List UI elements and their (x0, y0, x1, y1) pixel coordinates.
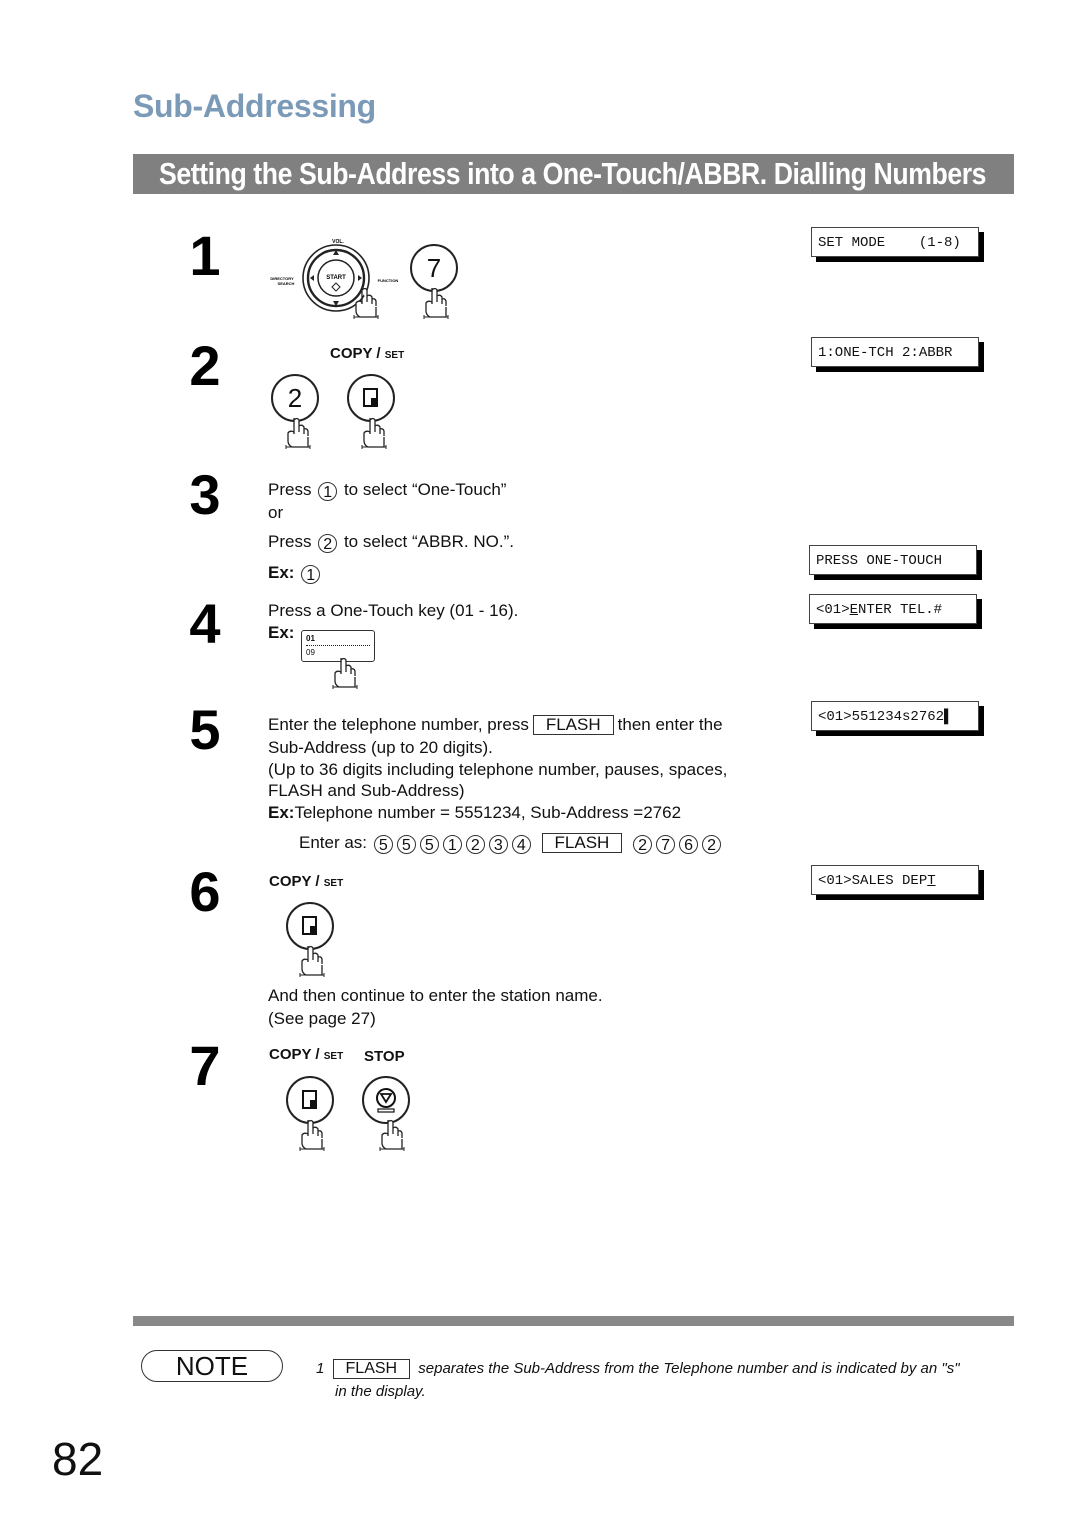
hand-press-icon (329, 656, 359, 690)
hand-press-icon (282, 416, 312, 450)
digit-key-icon: 1 (442, 835, 462, 854)
hand-press-icon (296, 944, 326, 978)
step5-line1: Enter the telephone number, press FLASH th… (268, 715, 723, 735)
step3-line1: Press 1 to select “One-Touch” (268, 480, 507, 501)
key-label: 7 (426, 252, 442, 283)
copy-set-button[interactable] (347, 374, 395, 422)
step-number: 2 (189, 334, 221, 397)
note-line1: 1 FLASH separates the Sub-Address from t… (316, 1359, 960, 1379)
vol-label: VOL. (332, 239, 344, 245)
lcd-display: PRESS ONE-TOUCH (809, 545, 977, 575)
banner-title: Setting the Sub-Address into a One-Touch… (159, 156, 987, 191)
hand-press-icon (350, 286, 380, 320)
digit-key-icon: 2 (702, 835, 722, 854)
step5-line4: FLASH and Sub-Address) (268, 781, 465, 800)
step4-text: Press a One-Touch key (01 - 16). (268, 601, 519, 620)
search-label: SEARCH (278, 281, 295, 286)
step3-line2: Press 2 to select “ABBR. NO.”. (268, 532, 514, 553)
step6-text1: And then continue to enter the station n… (268, 986, 603, 1005)
step-number: 1 (189, 224, 221, 287)
digit-key-icon: 3 (488, 835, 508, 854)
navigation-dial[interactable]: START VOL. DIRECTORY SEARCH FUNCTION (268, 236, 408, 320)
step5-line2: Sub-Address (up to 20 digits). (268, 738, 493, 757)
digit-key-icon: 6 (679, 835, 699, 854)
key-1-icon: 1 (318, 482, 338, 501)
hand-press-icon (358, 416, 388, 450)
lcd-display: SET MODE (1-8) (811, 227, 979, 257)
hand-press-icon (376, 1118, 406, 1152)
lcd-display: 1:ONE-TCH 2:ABBR (811, 337, 979, 367)
key-1-icon: 1 (301, 565, 321, 584)
step-number: 4 (189, 592, 221, 655)
copy-set-label: COPY / SET (269, 1046, 344, 1063)
step3-or: or (268, 503, 284, 522)
note-line2: in the display. (335, 1383, 426, 1400)
step5-enter-as: Enter as: 5551234 FLASH 2762 (299, 832, 723, 854)
key-2-icon: 2 (318, 534, 338, 553)
flash-key: FLASH (541, 833, 623, 853)
digit-key-icon: 7 (656, 835, 676, 854)
digit-key-icon: 2 (465, 835, 485, 854)
banner: Setting the Sub-Address into a One-Touch… (133, 154, 1014, 194)
step-number: 7 (189, 1034, 221, 1097)
key-label: 2 (287, 382, 303, 413)
step-number: 6 (189, 860, 221, 923)
step4-ex-label: Ex: (268, 623, 295, 642)
section-title: Sub-Addressing (133, 88, 376, 124)
copy-icon (302, 916, 317, 935)
step-number: 5 (189, 698, 221, 761)
digit-key-icon: 2 (633, 835, 653, 854)
note-label: NOTE (141, 1350, 283, 1382)
copy-icon (363, 388, 378, 407)
digit-key-icon: 4 (511, 835, 531, 854)
hand-press-icon (296, 1118, 326, 1152)
key-2-button[interactable]: 2 (271, 374, 319, 422)
step5-example: Ex:Telephone number = 5551234, Sub-Addre… (268, 803, 682, 822)
flash-key: FLASH (532, 715, 614, 735)
lcd-display: <01>ENTER TEL.# (809, 594, 977, 624)
digit-key-icon: 5 (373, 835, 393, 854)
copy-set-label: COPY / SET (269, 873, 344, 890)
lcd-display: <01>SALES DEPT (811, 865, 979, 895)
copy-icon (302, 1090, 317, 1109)
key-7-button[interactable]: 7 (410, 244, 458, 292)
start-dial-icon: START VOL. DIRECTORY SEARCH FUNCTION (270, 239, 399, 312)
step5-line3: (Up to 36 digits including telephone num… (268, 760, 728, 779)
copy-set-label: COPY / SET (330, 345, 405, 362)
hand-press-icon (420, 286, 450, 320)
stop-icon (376, 1088, 396, 1113)
step6-text2: (See page 27) (268, 1009, 376, 1028)
stop-button[interactable] (362, 1076, 410, 1124)
lcd-display: <01>551234s2762▌ (811, 701, 979, 731)
step-number: 3 (189, 463, 221, 526)
stop-label: STOP (364, 1048, 405, 1065)
flash-key: FLASH (332, 1359, 411, 1379)
digit-key-icon: 5 (419, 835, 439, 854)
digit-key-icon: 5 (396, 835, 416, 854)
start-label: START (326, 275, 346, 281)
page-number: 82 (52, 1433, 104, 1485)
copy-set-button[interactable] (286, 902, 334, 950)
divider (133, 1316, 1014, 1326)
copy-set-button[interactable] (286, 1076, 334, 1124)
step3-example: Ex: 1 (268, 562, 322, 584)
function-label: FUNCTION (378, 278, 399, 283)
